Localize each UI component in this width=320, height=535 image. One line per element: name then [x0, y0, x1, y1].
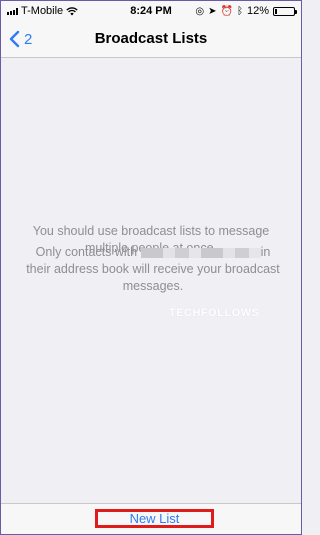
redacted-phone-number: [140, 247, 261, 258]
status-bar: T-Mobile 8:24 PM ◎ ➤ ⏰ ᛒ 12%: [1, 1, 301, 21]
alarm-icon: ⏰: [220, 5, 233, 17]
screen: T-Mobile 8:24 PM ◎ ➤ ⏰ ᛒ 12% 2 Broadcast…: [0, 0, 302, 535]
new-list-button[interactable]: New List: [95, 509, 214, 528]
bottom-toolbar: New List: [1, 503, 301, 534]
info-message-2-start: Only contacts with: [35, 245, 138, 259]
location-icon: ➤: [208, 5, 217, 17]
bluetooth-icon: ᛒ: [236, 5, 243, 17]
info-message-2: Only contacts with in their address book…: [25, 244, 281, 295]
navigation-bar: 2 Broadcast Lists: [1, 21, 301, 58]
page-title: Broadcast Lists: [94, 30, 208, 47]
watermark: TECHFOLLOWS: [169, 307, 260, 319]
battery-fill: [275, 8, 277, 14]
battery-icon: [273, 6, 297, 16]
battery-percent: 12%: [246, 5, 269, 17]
broadcast-empty-state: You should use broadcast lists to messag…: [1, 58, 301, 503]
status-right: ◎ ➤ ⏰ ᛒ 12%: [195, 5, 297, 17]
lock-rotation-icon: ◎: [195, 5, 205, 17]
